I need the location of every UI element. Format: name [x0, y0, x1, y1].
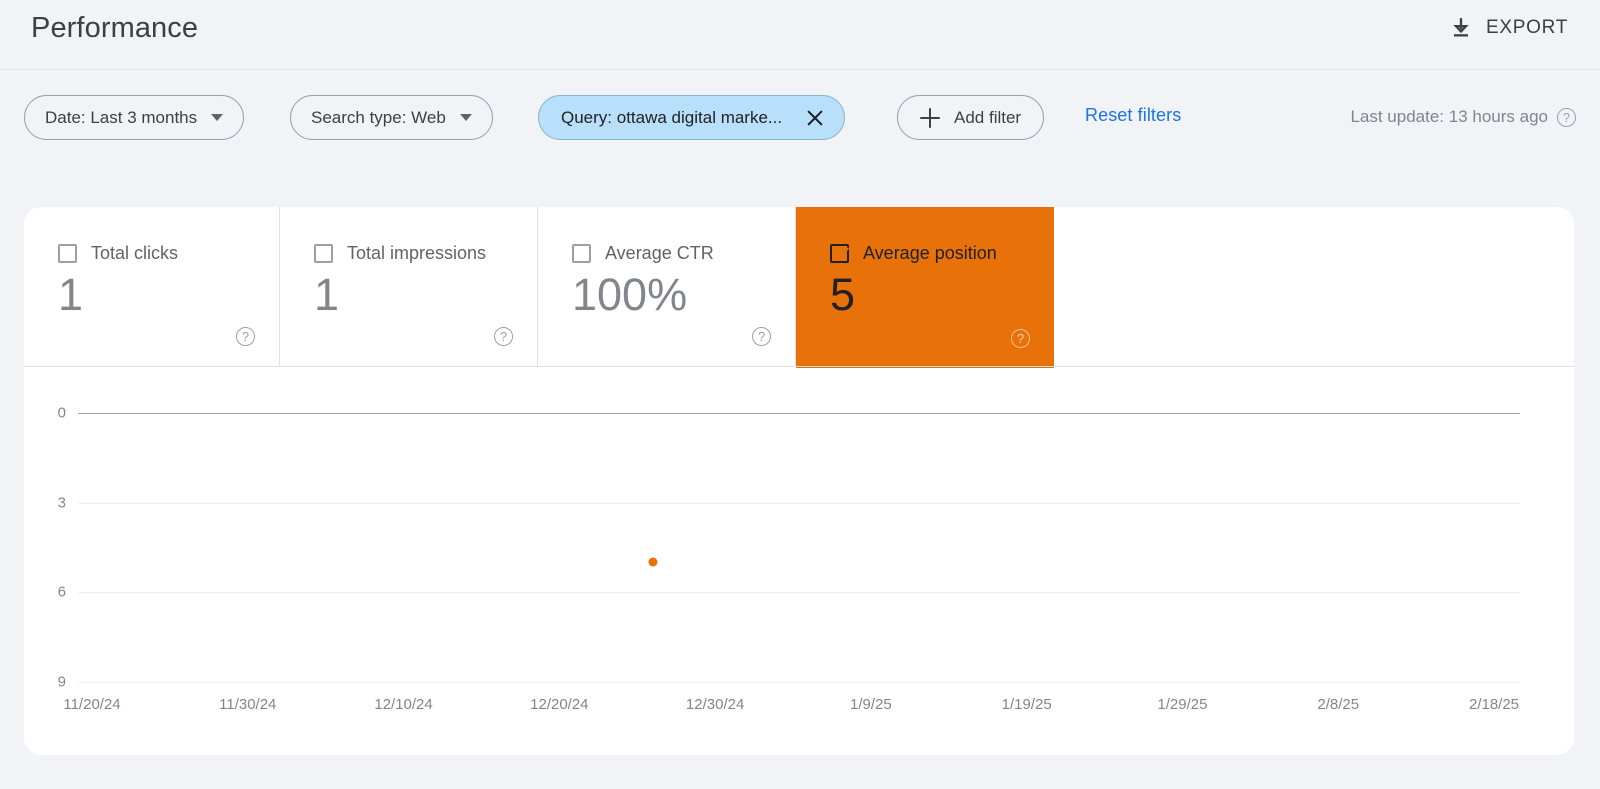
metric-card-average-ctr[interactable]: Average CTR 100% ?	[538, 207, 796, 366]
metric-value-average-position: 5	[830, 269, 856, 320]
help-icon[interactable]: ?	[236, 327, 255, 346]
last-update-text: Last update: 13 hours ago ?	[1350, 107, 1576, 127]
help-icon[interactable]: ?	[1011, 329, 1030, 348]
last-update-label: Last update: 13 hours ago	[1350, 107, 1548, 126]
x-axis-tick-5: 1/9/25	[850, 696, 892, 713]
metric-value-average-ctr: 100%	[572, 269, 688, 320]
metric-value-total-clicks: 1	[58, 269, 84, 320]
gridline-3	[78, 502, 1520, 504]
checkbox-total-clicks[interactable]	[58, 244, 77, 263]
x-axis-tick-3: 12/20/24	[530, 696, 589, 713]
page-header: Performance EXPORT	[0, 0, 1600, 70]
metric-cards: Total clicks 1 ? Total impressions 1 ? A…	[24, 207, 1574, 368]
filter-chip-search-type[interactable]: Search type: Web	[290, 95, 493, 140]
chart-data-point[interactable]	[648, 557, 658, 567]
page-title: Performance	[31, 12, 199, 44]
checkbox-average-position[interactable]	[830, 244, 849, 263]
filter-chip-query-label: Query: ottawa digital marke...	[561, 107, 783, 127]
gridline-6	[78, 592, 1520, 594]
gridline-9	[78, 682, 1520, 683]
add-filter-button[interactable]: Add filter	[897, 95, 1045, 140]
help-icon[interactable]: ?	[1557, 108, 1576, 127]
filter-chip-search-type-label: Search type: Web	[311, 107, 446, 127]
x-axis-tick-8: 2/8/25	[1317, 696, 1360, 713]
close-icon[interactable]	[804, 107, 826, 129]
gridline-0	[78, 413, 1520, 414]
metric-card-average-position[interactable]: Average position 5 ?	[796, 207, 1054, 368]
metric-label-average-position: Average position	[863, 243, 997, 263]
filter-bar: Date: Last 3 months Search type: Web Que…	[0, 70, 1600, 166]
chevron-down-icon	[211, 114, 224, 121]
y-axis-tick-3: 3	[57, 494, 66, 512]
checkbox-average-ctr[interactable]	[572, 244, 591, 263]
x-axis-tick-1: 11/30/24	[219, 696, 277, 713]
performance-page: Performance EXPORT Date: Last 3 months S…	[0, 0, 1600, 789]
performance-panel: Total clicks 1 ? Total impressions 1 ? A…	[24, 207, 1574, 755]
y-axis-tick-9: 9	[57, 673, 66, 691]
filter-chip-date-label: Date: Last 3 months	[45, 107, 198, 127]
plus-icon	[920, 107, 940, 128]
y-axis-tick-0: 0	[57, 404, 66, 422]
download-icon	[1449, 16, 1473, 40]
metric-card-total-impressions[interactable]: Total impressions 1 ?	[280, 207, 538, 366]
filter-chip-query[interactable]: Query: ottawa digital marke...	[538, 95, 846, 140]
help-icon[interactable]: ?	[494, 327, 513, 346]
metric-label-average-ctr: Average CTR	[605, 243, 714, 263]
help-icon[interactable]: ?	[752, 327, 771, 346]
x-axis-tick-0: 11/20/24	[63, 696, 121, 713]
reset-filters-link[interactable]: Reset filters	[1085, 105, 1181, 126]
x-axis-tick-2: 12/10/24	[374, 696, 433, 713]
metric-value-total-impressions: 1	[314, 269, 340, 320]
filter-chip-date[interactable]: Date: Last 3 months	[24, 95, 245, 140]
metric-card-header: Average CTR	[572, 243, 714, 264]
metric-card-header: Total clicks	[58, 243, 178, 264]
metric-card-header: Average position	[830, 243, 997, 264]
checkbox-total-impressions[interactable]	[314, 244, 333, 263]
y-axis-tick-6: 6	[57, 583, 66, 601]
x-axis-tick-7: 1/29/25	[1157, 696, 1208, 713]
add-filter-label: Add filter	[954, 107, 1022, 127]
x-axis-tick-9: 2/18/25	[1468, 696, 1520, 713]
chevron-down-icon	[459, 114, 472, 121]
metric-card-header: Total impressions	[314, 243, 486, 264]
x-axis-tick-4: 12/30/24	[685, 696, 745, 713]
metric-label-total-impressions: Total impressions	[347, 243, 487, 263]
performance-chart: 0 3 6 9 11/20/24 11/30/24 12/10/24 12/20/24 12/…	[24, 367, 1574, 755]
metric-card-total-clicks[interactable]: Total clicks 1 ?	[24, 207, 280, 366]
export-label: EXPORT	[1486, 17, 1568, 38]
x-axis-tick-6: 1/19/25	[1001, 696, 1052, 713]
metric-label-total-clicks: Total clicks	[91, 243, 179, 263]
export-button[interactable]: EXPORT	[1439, 8, 1578, 48]
